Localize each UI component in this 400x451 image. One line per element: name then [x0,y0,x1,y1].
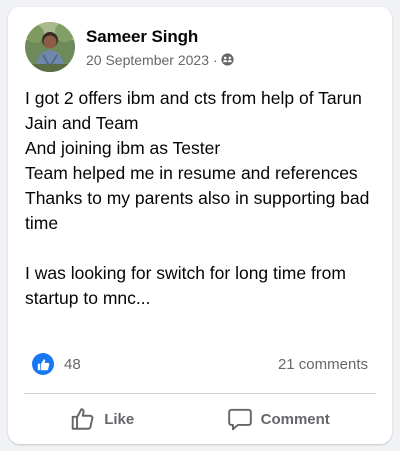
post-card: Sameer Singh 20 September 2023 · I got 2… [8,7,392,444]
like-button[interactable]: Like [60,402,144,436]
reactions-summary[interactable]: 48 [32,353,81,375]
separator-dot: · [212,51,218,68]
post-stats: 48 21 comments [32,353,368,375]
thumbs-up-icon [70,406,96,432]
post-meta: Sameer Singh 20 September 2023 · [86,27,234,68]
divider [24,393,376,394]
comment-bubble-icon [227,406,253,432]
post-header: Sameer Singh 20 September 2023 · [25,22,234,72]
author-name[interactable]: Sameer Singh [86,27,234,47]
action-bar: Like Comment [24,401,376,437]
like-count: 48 [64,355,81,373]
like-reaction-icon [32,353,54,375]
comment-count-link[interactable]: 21 comments [278,356,368,373]
comment-button[interactable]: Comment [217,402,340,436]
like-button-label: Like [104,410,135,428]
avatar[interactable] [25,22,75,72]
friends-icon[interactable] [221,53,234,66]
post-date[interactable]: 20 September 2023 [86,52,209,68]
comment-button-label: Comment [260,410,330,428]
post-body-text: I got 2 offers ibm and cts from help of … [25,88,370,308]
post-subtitle: 20 September 2023 · [86,52,234,68]
